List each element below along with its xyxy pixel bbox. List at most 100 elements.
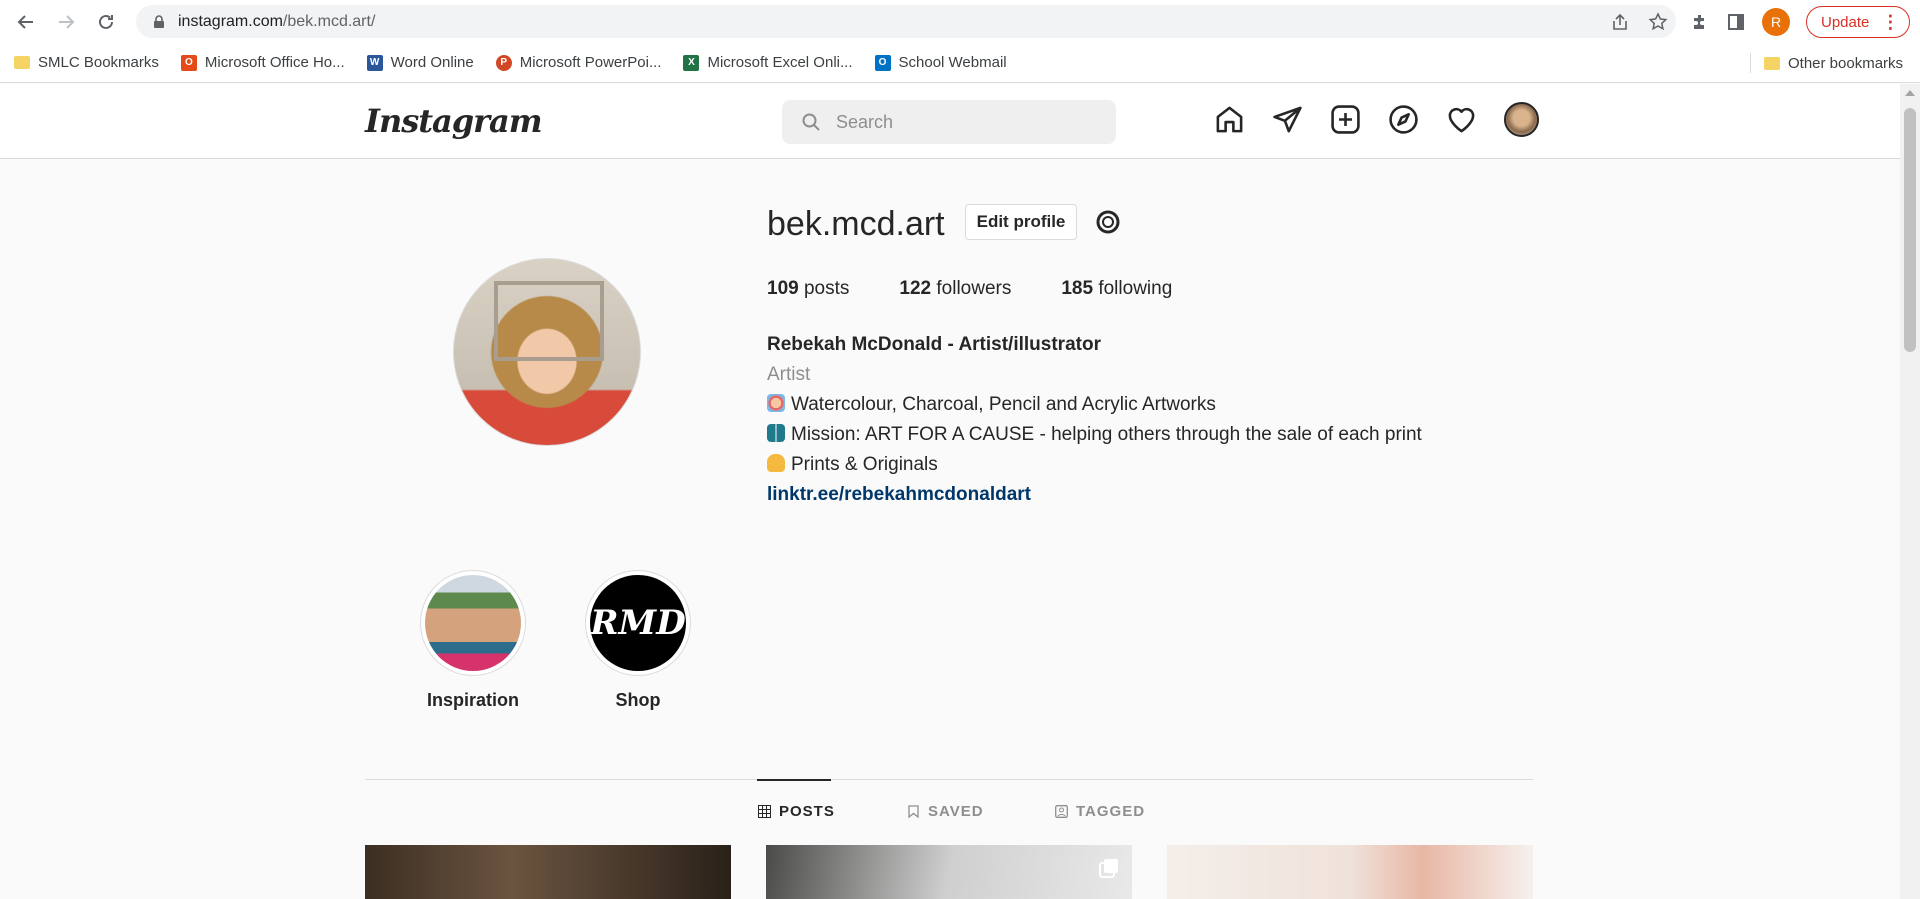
new-post-icon[interactable]: [1330, 104, 1361, 135]
tab-posts[interactable]: POSTS: [758, 803, 835, 820]
bio-text: Watercolour, Charcoal, Pencil and Acryli…: [791, 394, 1216, 415]
menu-dots-icon: ⋮: [1881, 12, 1900, 32]
address-bar[interactable]: instagram.com/bek.mcd.art/: [136, 5, 1676, 38]
highlight-shop[interactable]: RMD Shop: [583, 570, 693, 711]
full-name: Rebekah McDonald - Artist/illustrator: [767, 334, 1101, 355]
bookmark-word-online[interactable]: W Word Online: [366, 54, 474, 71]
word-icon: W: [366, 54, 383, 71]
bookmark-icon: [908, 805, 919, 818]
office-icon: O: [180, 54, 197, 71]
excel-icon: X: [683, 54, 700, 71]
other-bookmarks-label: Other bookmarks: [1788, 54, 1904, 72]
grid-icon: [758, 805, 771, 818]
explore-icon[interactable]: [1388, 104, 1419, 135]
bookmarks-bar: SMLC Bookmarks O Microsoft Office Ho... …: [0, 43, 1920, 83]
bookmark-label: Microsoft Excel Onli...: [707, 54, 853, 71]
forward-button[interactable]: [48, 4, 84, 40]
tagged-user-icon: [1055, 805, 1068, 818]
highlight-cover-rmd-logo: RMD: [590, 575, 686, 671]
profile-category: Artist: [767, 364, 811, 385]
back-arrow-icon: [17, 15, 33, 29]
outlook-icon: O: [874, 54, 891, 71]
highlight-ring: RMD: [585, 570, 691, 676]
bookmark-powerpoint[interactable]: P Microsoft PowerPoi...: [495, 54, 662, 71]
powerpoint-icon: P: [495, 54, 512, 71]
bio-line: Prints & Originals: [767, 450, 1422, 480]
search-placeholder: Search: [836, 111, 894, 132]
reload-button[interactable]: [88, 4, 124, 40]
profile-username: bek.mcd.art: [767, 205, 945, 243]
bio-text: Prints & Originals: [791, 454, 938, 475]
highlight-inspiration[interactable]: Inspiration: [418, 570, 528, 711]
lock-icon: [154, 14, 164, 28]
back-button[interactable]: [8, 4, 44, 40]
bookmark-office-home[interactable]: O Microsoft Office Ho...: [180, 54, 345, 71]
bookmark-smlc[interactable]: SMLC Bookmarks: [14, 54, 159, 71]
following-count: 185: [1061, 278, 1094, 299]
reload-icon: [99, 14, 113, 29]
update-label: Update: [1821, 13, 1870, 31]
page-scrollbar[interactable]: [1900, 84, 1920, 899]
carousel-multiple-icon: [1099, 859, 1118, 878]
pointing-down-emoji: [767, 454, 785, 472]
post-thumbnail[interactable]: [1167, 845, 1533, 899]
tab-label: POSTS: [779, 803, 835, 820]
tab-label: TAGGED: [1076, 803, 1146, 820]
instagram-logo[interactable]: Instagram: [365, 102, 543, 140]
followers-stat[interactable]: 122 followers: [899, 278, 1011, 300]
profile-avatar[interactable]: [1504, 102, 1539, 137]
settings-gear-icon[interactable]: [1093, 207, 1123, 237]
highlight-cover-beach: [425, 575, 521, 671]
followers-label: followers: [931, 278, 1012, 299]
search-icon: [802, 113, 820, 131]
forward-arrow-icon: [59, 15, 75, 29]
tab-tagged[interactable]: TAGGED: [1055, 803, 1145, 820]
following-stat[interactable]: 185 following: [1061, 278, 1172, 300]
bio-line: Watercolour, Charcoal, Pencil and Acryli…: [767, 390, 1422, 420]
highlight-ring: [420, 570, 526, 676]
scroll-thumb[interactable]: [1904, 108, 1916, 352]
search-input[interactable]: Search: [782, 100, 1116, 144]
instagram-header: Instagram Search: [0, 84, 1900, 159]
highlight-label: Inspiration: [426, 690, 519, 710]
post-thumbnail[interactable]: [766, 845, 1132, 899]
bio-line: Mission: ART FOR A CAUSE - helping other…: [767, 420, 1422, 450]
profile-link[interactable]: linktr.ee/rebekahmcdonaldart: [767, 480, 1422, 510]
bookmark-label: School Webmail: [898, 54, 1007, 71]
other-bookmarks[interactable]: Other bookmarks: [1764, 43, 1903, 83]
instagram-nav: [1214, 102, 1539, 137]
url-text: instagram.com/bek.mcd.art/: [178, 12, 376, 30]
activity-heart-icon[interactable]: [1446, 104, 1477, 135]
bookmark-star-icon[interactable]: [1648, 11, 1668, 32]
tab-label: SAVED: [928, 803, 984, 820]
extensions-puzzle-icon[interactable]: [1690, 12, 1710, 32]
bookmark-label: Microsoft Office Ho...: [204, 54, 345, 71]
share-icon[interactable]: [1610, 12, 1630, 32]
followers-count: 122: [899, 278, 932, 299]
update-button[interactable]: Update ⋮: [1806, 6, 1911, 38]
folder-icon: [14, 56, 30, 69]
browser-toolbar: instagram.com/bek.mcd.art/ R Update ⋮: [0, 0, 1920, 43]
home-icon[interactable]: [1214, 104, 1245, 135]
profile-bio: Rebekah McDonald - Artist/illustrator Ar…: [767, 330, 1422, 510]
bookmark-label: Word Online: [390, 54, 474, 71]
book-emoji: [767, 424, 785, 442]
side-panel-icon[interactable]: [1726, 12, 1746, 32]
posts-stat: 109 posts: [767, 278, 849, 300]
bookmark-school-webmail[interactable]: O School Webmail: [874, 54, 1007, 71]
profile-stats: 109 posts 122 followers 185 following: [767, 278, 1172, 300]
posts-count: 109: [767, 278, 799, 299]
avatar-photo-frame: [494, 281, 604, 361]
tab-saved[interactable]: SAVED: [907, 803, 984, 820]
browser-profile-avatar[interactable]: R: [1762, 8, 1790, 36]
palette-emoji: [767, 394, 785, 412]
bookmark-label: Microsoft PowerPoi...: [519, 54, 662, 71]
edit-profile-button[interactable]: Edit profile: [965, 204, 1077, 240]
bio-text: Mission: ART FOR A CAUSE - helping other…: [791, 424, 1422, 445]
post-thumbnail[interactable]: [365, 845, 731, 899]
profile-picture[interactable]: [453, 258, 641, 446]
tabs-divider: [365, 779, 1533, 780]
direct-message-icon[interactable]: [1272, 104, 1303, 135]
scroll-up-arrow-icon[interactable]: [1905, 90, 1915, 96]
bookmark-excel[interactable]: X Microsoft Excel Onli...: [683, 54, 853, 71]
